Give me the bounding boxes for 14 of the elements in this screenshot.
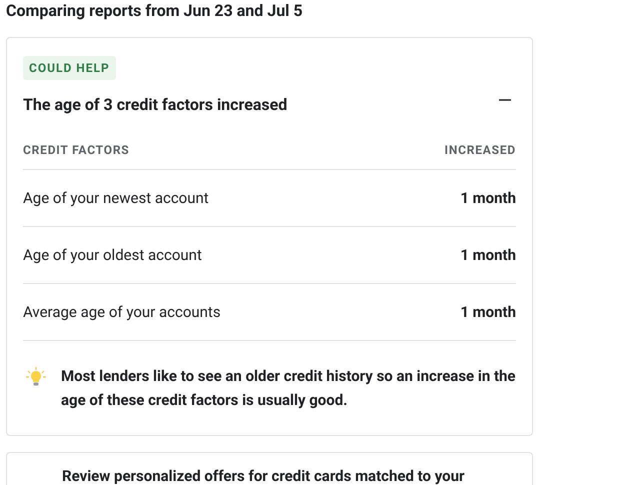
factor-change: 1 month	[460, 302, 516, 323]
tip-text: Most lenders like to see an older credit history so an increase in the age of these credit factors is usually good.	[61, 366, 516, 411]
page-heading: Comparing reports from Jun 23 and Jul 5	[5, 0, 304, 21]
factor-name: Age of your newest account	[23, 188, 209, 209]
factor-change: 1 month	[460, 188, 516, 209]
factor-name: Age of your oldest account	[23, 244, 202, 266]
factor-name: Average age of your accounts	[23, 302, 221, 323]
column-header: CREDIT FACTORS	[23, 142, 130, 159]
status-badge: COULD HELP	[23, 56, 116, 80]
card-title: The age of 3 credit factors increased	[23, 95, 288, 115]
offer-text: Review personalized offers for credit cards matched to your	[62, 466, 466, 485]
lightbulb-icon	[26, 367, 46, 387]
factor-change: 1 month	[460, 244, 516, 266]
column-header: INCREASED	[444, 142, 516, 159]
